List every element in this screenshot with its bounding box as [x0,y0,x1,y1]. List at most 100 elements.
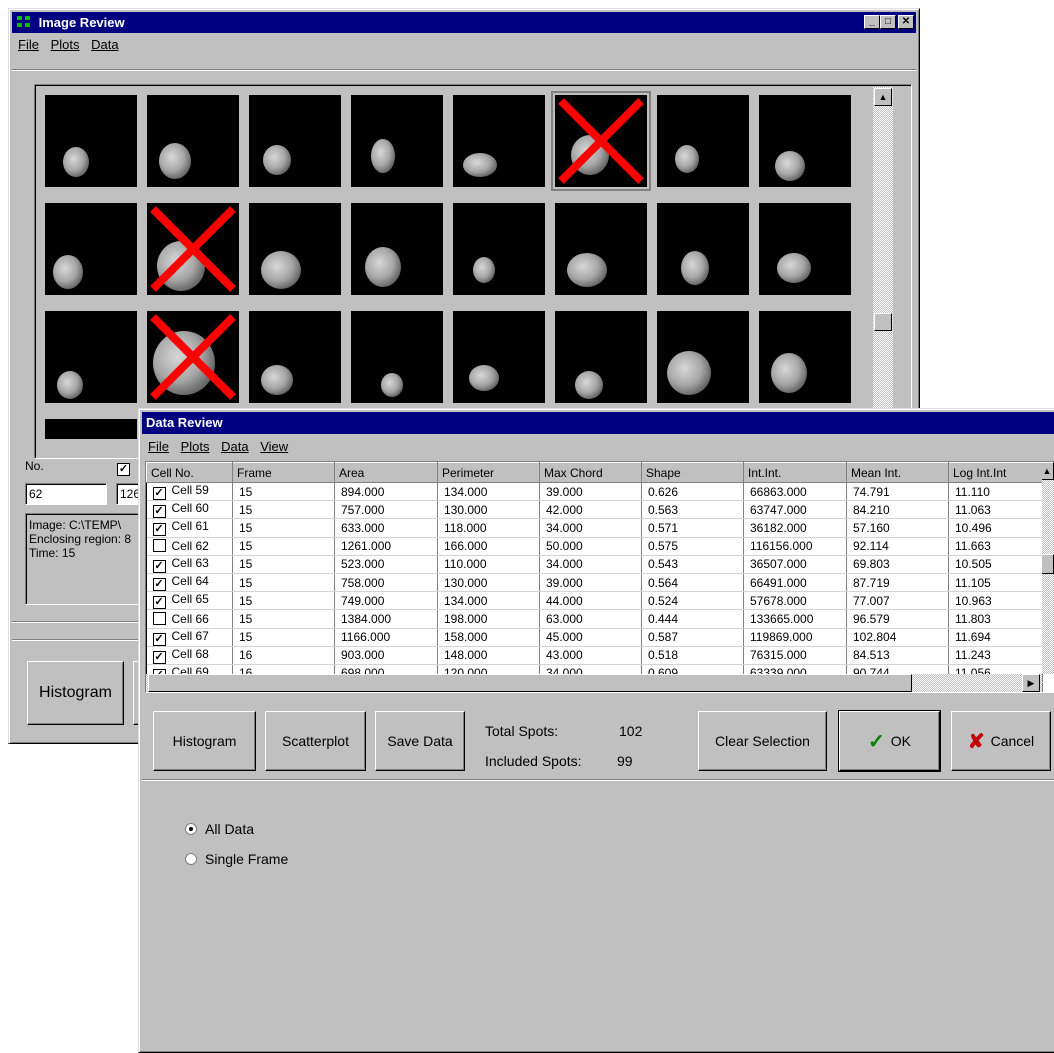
maximize-button[interactable]: □ [880,15,896,29]
include-checkbox[interactable]: ✓ [152,650,166,664]
cell-thumbnail[interactable] [45,203,137,295]
menu-data[interactable]: Data [91,37,118,52]
table-cell: 130.000 [437,573,540,593]
cell-thumbnail[interactable] [551,91,651,191]
data-review-titlebar[interactable]: Data Review [142,412,1054,434]
table-cell: 134.000 [437,482,540,502]
column-header[interactable]: Area [334,462,438,483]
include-checkbox[interactable]: ✓ [152,578,166,591]
table-scroll-thumb[interactable] [1042,554,1054,574]
cell-name-label: Cell 67 [171,628,209,643]
dr-menu-file[interactable]: File [148,439,169,454]
radio-single-frame-button[interactable] [185,853,197,865]
cell-thumbnail[interactable] [555,311,647,403]
column-header[interactable]: Cell No. [146,462,233,483]
column-header[interactable]: Mean Int. [846,462,949,483]
table-cell: 77.007 [846,591,949,611]
table-horizontal-scrollbar[interactable]: ▶ [146,674,1042,692]
column-header[interactable]: Frame [232,462,335,483]
menu-plots[interactable]: Plots [51,37,80,52]
cell-thumbnail[interactable] [249,311,341,403]
dr-menu-plots[interactable]: Plots [181,439,210,454]
table-scroll-hthumb[interactable] [148,674,912,692]
table-vertical-scrollbar[interactable]: ▲ [1042,462,1054,674]
scatterplot-button[interactable]: Scatterplot [265,711,366,771]
cell-thumbnail[interactable] [45,95,137,187]
cell-thumbnail[interactable] [45,311,137,403]
close-button[interactable]: ✕ [898,15,914,29]
radio-single-frame[interactable]: Single Frame [185,851,288,867]
cell-thumbnail[interactable] [249,203,341,295]
column-header[interactable]: Int.Int. [743,462,847,483]
radio-all-data-button[interactable] [185,823,197,835]
image-histogram-button[interactable]: Histogram [27,661,124,725]
cancel-button[interactable]: ✘ Cancel [951,711,1051,771]
table-row[interactable]: ✓ Cell 60 15 757.000 130.000 42.000 0.563 63747… [146,500,1043,520]
cell-name-label: Cell 61 [171,519,209,534]
cell-thumbnail[interactable] [147,95,239,187]
included-spots-value: 99 [617,753,633,769]
cell-thumbnail[interactable] [351,95,443,187]
image-review-titlebar[interactable]: Image Review _ □ ✕ [12,12,916,33]
table-cell: 0.575 [641,537,744,556]
include-checkbox[interactable]: ✓ [152,596,166,609]
cell-thumbnail[interactable] [249,95,341,187]
include-checkbox[interactable]: ✓ [152,523,166,537]
column-header[interactable]: Shape [641,462,744,483]
cell-blob [159,143,191,179]
include-checkbox[interactable] [152,611,166,625]
include-checkbox[interactable]: ✓ [152,487,166,500]
table-row[interactable]: Cell 66 15 1384.000 198.000 63.000 0.444 13366… [146,609,1043,629]
table-scroll-up[interactable]: ▲ [1042,462,1054,480]
dr-menu-view[interactable]: View [260,439,288,454]
radio-all-data[interactable]: All Data [185,821,254,837]
table-scroll-right[interactable]: ▶ [1022,674,1040,692]
table-row[interactable]: Cell 62 15 1261.000 166.000 50.000 0.575 11615… [146,537,1043,556]
include-checkbox[interactable]: ✓ [152,505,166,518]
cell-thumbnail[interactable] [759,311,851,403]
histogram-button[interactable]: Histogram [153,711,256,771]
cell-name-label: Cell 68 [171,646,209,661]
table-row[interactable]: ✓ Cell 68 16 903.000 148.000 43.000 0.518 76315… [146,646,1043,665]
column-header[interactable]: Perimeter [437,462,540,483]
include-checkbox[interactable] [152,539,166,553]
dr-menu-data-label: Data [221,439,249,454]
cell-thumbnail[interactable] [759,203,851,295]
minimize-button[interactable]: _ [864,15,880,29]
include-checkbox[interactable]: ✓ [152,559,166,573]
cell-thumbnail[interactable] [657,95,749,187]
cell-thumbnail[interactable] [351,311,443,403]
cell-thumbnail-partial[interactable] [45,419,137,439]
cell-thumbnail[interactable] [453,311,545,403]
save-data-button[interactable]: Save Data [375,711,465,771]
cell-thumbnail[interactable] [453,203,545,295]
table-row[interactable]: ✓ Cell 67 15 1166.000 158.000 45.000 0.587 1198… [146,628,1043,647]
cell-thumbnail[interactable] [147,311,239,403]
cell-thumbnail[interactable] [351,203,443,295]
cell-thumbnail[interactable] [453,95,545,187]
table-row[interactable]: ✓ Cell 59 15 894.000 134.000 39.000 0.626 66863… [146,482,1043,502]
menu-file[interactable]: File [18,37,39,52]
dr-menu-data[interactable]: Data [221,439,248,454]
table-row[interactable]: ✓ Cell 64 15 758.000 130.000 39.000 0.564 66491… [146,573,1043,593]
clear-selection-button[interactable]: Clear Selection [698,711,827,771]
cell-thumbnail[interactable] [147,203,239,295]
column-header[interactable]: Log Int.Int [948,462,1043,483]
column-header[interactable]: Max Chord [539,462,642,483]
cell-thumbnail[interactable] [657,311,749,403]
cell-thumbnail[interactable] [555,203,647,295]
cell-thumbnail[interactable] [759,95,851,187]
cell-thumbnail[interactable] [657,203,749,295]
table-row[interactable]: ✓ Cell 63 15 523.000 110.000 34.000 0.543 36507… [146,555,1043,574]
table-row[interactable]: ✓ Cell 65 15 749.000 134.000 44.000 0.524 57678… [146,591,1043,611]
table-body: ✓ Cell 59 15 894.000 134.000 39.000 0.626 66863… [146,482,1043,692]
ok-button[interactable]: ✓ OK [838,710,941,772]
thumbnail-scrollbar[interactable]: ▲ [873,87,893,427]
table-row[interactable]: ✓ Cell 61 15 633.000 118.000 34.000 0.571 36182… [146,518,1043,538]
table-cell: 758.000 [334,573,438,593]
scroll-up-button[interactable]: ▲ [874,88,892,106]
scroll-thumb[interactable] [874,313,892,331]
include-checkbox[interactable]: ✓ [152,632,166,646]
no-checkbox[interactable]: ✓ [117,459,136,476]
no-field[interactable]: 62 [25,483,107,505]
